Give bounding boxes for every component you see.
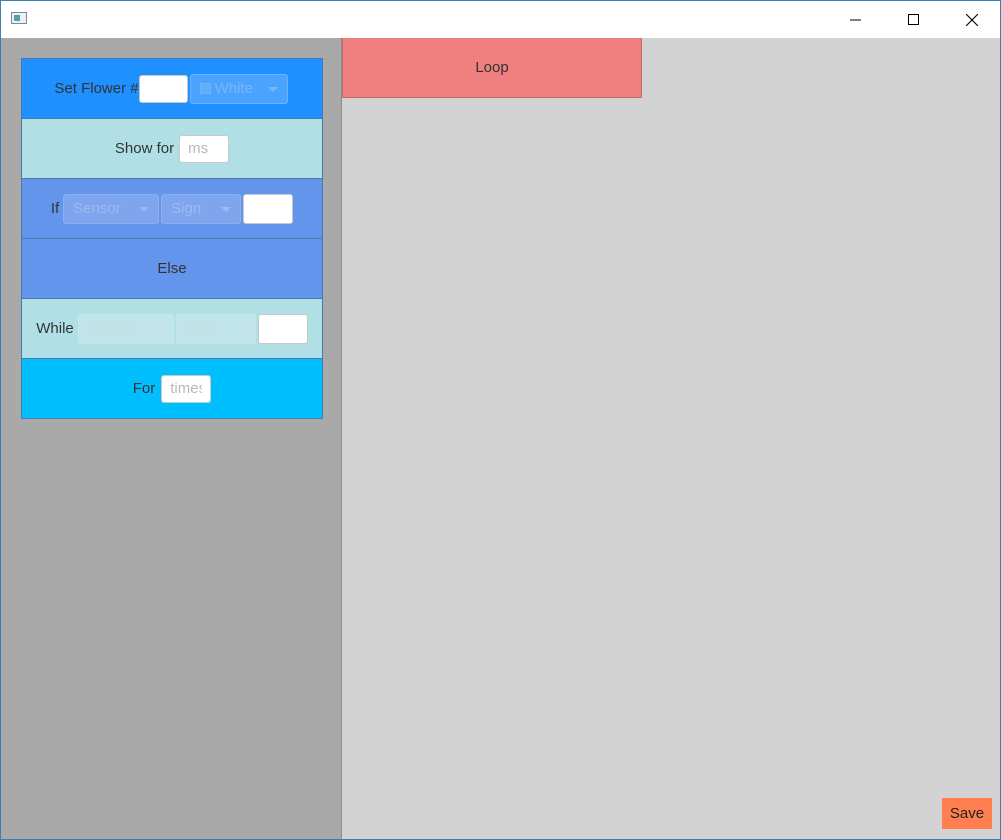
maximize-button[interactable]: [885, 1, 943, 38]
maximize-icon: [908, 13, 919, 25]
program-canvas[interactable]: Loop Save: [341, 38, 1000, 839]
color-swatch-icon: [199, 83, 211, 94]
close-button[interactable]: [943, 1, 1001, 38]
while-value-input[interactable]: [257, 313, 308, 344]
while-block[interactable]: While Sensor Sign: [21, 298, 323, 358]
while-sign-value: Sign: [185, 320, 216, 337]
show-for-label: Show for: [114, 140, 175, 157]
for-block[interactable]: For: [21, 358, 323, 419]
if-sensor-value: Sensor: [73, 200, 121, 217]
app-icon: [11, 12, 27, 24]
while-sensor-value: Sensor: [87, 320, 136, 337]
client-area: Set Flower # White Show for If Sensor: [1, 38, 1000, 839]
palette-block-list: Set Flower # White Show for If Sensor: [21, 58, 323, 419]
if-value-input[interactable]: [243, 193, 294, 224]
block-palette: Set Flower # White Show for If Sensor: [1, 38, 341, 839]
if-sign-value: Sign: [171, 200, 202, 217]
if-sign-select[interactable]: Sign: [161, 193, 242, 224]
minimize-icon: [850, 19, 861, 20]
flower-number-input[interactable]: [138, 74, 188, 103]
chevron-down-icon: [139, 206, 150, 212]
chevron-down-icon: [221, 206, 232, 212]
show-for-block[interactable]: Show for: [21, 118, 323, 178]
loop-label: Loop: [475, 59, 509, 76]
title-bar[interactable]: [1, 1, 1000, 38]
set-flower-block[interactable]: Set Flower # White: [21, 58, 323, 118]
else-block[interactable]: Else: [21, 238, 323, 298]
duration-ms-input[interactable]: [179, 134, 230, 163]
close-icon: [966, 13, 978, 26]
flower-color-select[interactable]: White: [189, 73, 288, 104]
while-label: While: [36, 320, 74, 337]
flower-color-value: White: [214, 80, 253, 97]
else-label: Else: [157, 260, 187, 277]
loop-block[interactable]: Loop: [342, 38, 642, 98]
for-label: For: [132, 380, 156, 397]
for-times-input[interactable]: [161, 374, 212, 403]
while-sensor-select[interactable]: Sensor: [77, 313, 174, 344]
if-block[interactable]: If Sensor Sign: [21, 178, 323, 238]
minimize-button[interactable]: [827, 1, 885, 38]
if-sensor-select[interactable]: Sensor: [63, 193, 160, 224]
chevron-down-icon: [235, 326, 246, 332]
set-flower-label: Set Flower #: [54, 80, 139, 97]
chevron-down-icon: [267, 86, 278, 92]
chevron-down-icon: [153, 326, 164, 332]
while-sign-select[interactable]: Sign: [175, 313, 256, 344]
app-window: Set Flower # White Show for If Sensor: [0, 0, 1001, 840]
if-label: If: [50, 200, 60, 217]
save-button[interactable]: Save: [942, 798, 992, 829]
